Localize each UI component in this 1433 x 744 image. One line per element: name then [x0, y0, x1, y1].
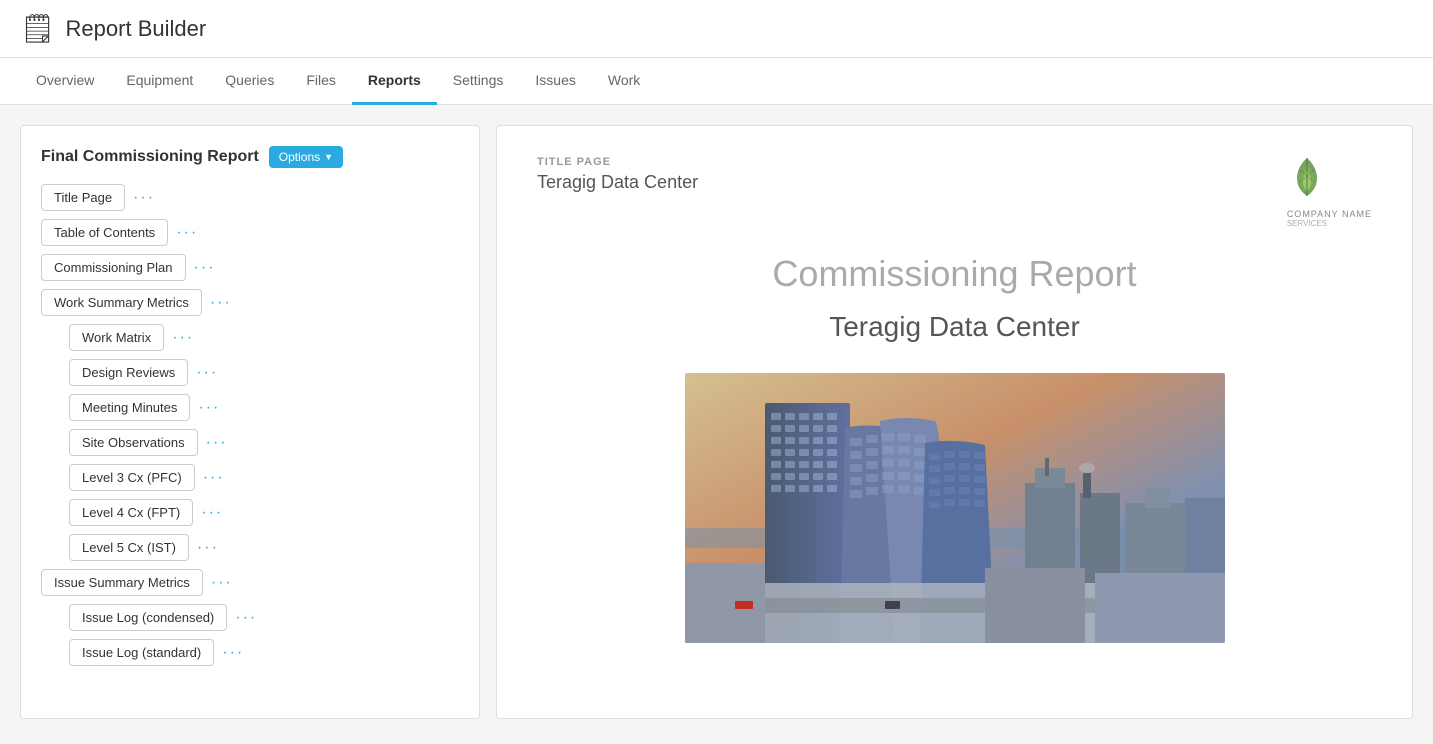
report-title: Final Commissioning Report	[41, 148, 259, 166]
list-item: Level 5 Cx (IST)	[41, 534, 459, 561]
nav-bar: OverviewEquipmentQueriesFilesReportsSett…	[0, 58, 1433, 105]
company-logo: COMPANY NAME SERVICES	[1287, 156, 1372, 228]
nav-item-reports[interactable]: Reports	[352, 58, 437, 105]
section-button[interactable]: Work Matrix	[69, 324, 164, 351]
more-options-button[interactable]	[186, 255, 224, 281]
list-item: Design Reviews	[41, 359, 459, 386]
section-button[interactable]: Site Observations	[69, 429, 198, 456]
options-button[interactable]: Options	[269, 146, 343, 168]
nav-item-work[interactable]: Work	[592, 58, 656, 105]
section-button[interactable]: Title Page	[41, 184, 125, 211]
section-button[interactable]: Level 5 Cx (IST)	[69, 534, 189, 561]
nav-item-queries[interactable]: Queries	[209, 58, 290, 105]
right-panel: COMPANY NAME SERVICES TITLE PAGE Teragig…	[496, 125, 1413, 719]
company-tagline: SERVICES	[1287, 219, 1372, 228]
panel-header: Final Commissioning Report Options	[41, 146, 459, 168]
nav-item-files[interactable]: Files	[290, 58, 352, 105]
nav-item-issues[interactable]: Issues	[519, 58, 591, 105]
list-item: Site Observations	[41, 429, 459, 456]
more-options-button[interactable]	[227, 605, 265, 631]
app-header: 🗒 Report Builder	[0, 0, 1433, 58]
section-button[interactable]: Level 3 Cx (PFC)	[69, 464, 195, 491]
list-item: Issue Log (condensed)	[41, 604, 459, 631]
more-options-button[interactable]	[203, 570, 241, 596]
preview-subtitle: Teragig Data Center	[537, 172, 1372, 193]
more-options-button[interactable]	[125, 185, 163, 211]
more-options-button[interactable]	[193, 500, 231, 526]
more-options-button[interactable]	[168, 220, 206, 246]
nav-item-overview[interactable]: Overview	[20, 58, 110, 105]
more-options-button[interactable]	[189, 535, 227, 561]
preview-main-title: Commissioning Report	[537, 253, 1372, 295]
building-svg	[685, 373, 1225, 643]
section-button[interactable]: Meeting Minutes	[69, 394, 190, 421]
nav-item-equipment[interactable]: Equipment	[110, 58, 209, 105]
list-item: Work Summary Metrics	[41, 289, 459, 316]
left-panel: Final Commissioning Report Options Title…	[20, 125, 480, 719]
list-item: Level 4 Cx (FPT)	[41, 499, 459, 526]
section-button[interactable]: Design Reviews	[69, 359, 188, 386]
list-item: Issue Summary Metrics	[41, 569, 459, 596]
more-options-button[interactable]	[214, 640, 252, 666]
more-options-button[interactable]	[188, 360, 226, 386]
more-options-button[interactable]	[195, 465, 233, 491]
list-item: Meeting Minutes	[41, 394, 459, 421]
section-button[interactable]: Level 4 Cx (FPT)	[69, 499, 193, 526]
more-options-button[interactable]	[164, 325, 202, 351]
list-item: Issue Log (standard)	[41, 639, 459, 666]
logo-icon	[1287, 156, 1327, 206]
more-options-button[interactable]	[198, 430, 236, 456]
section-button[interactable]: Commissioning Plan	[41, 254, 186, 281]
group-label-button[interactable]: Work Summary Metrics	[41, 289, 202, 316]
list-item: Commissioning Plan	[41, 254, 459, 281]
group-label-button[interactable]: Issue Summary Metrics	[41, 569, 203, 596]
app-icon: 🗒	[20, 12, 56, 45]
nav-item-settings[interactable]: Settings	[437, 58, 520, 105]
more-options-button[interactable]	[190, 395, 228, 421]
company-name-label: COMPANY NAME	[1287, 209, 1372, 219]
section-button[interactable]: Issue Log (condensed)	[69, 604, 227, 631]
main-content: Final Commissioning Report Options Title…	[0, 105, 1433, 739]
preview-project-name: Teragig Data Center	[537, 311, 1372, 343]
more-options-button[interactable]	[202, 290, 240, 316]
list-item: Work Matrix	[41, 324, 459, 351]
section-button[interactable]: Issue Log (standard)	[69, 639, 214, 666]
section-button[interactable]: Table of Contents	[41, 219, 168, 246]
list-item: Title Page	[41, 184, 459, 211]
building-image	[685, 373, 1225, 643]
app-title: Report Builder	[66, 16, 207, 42]
list-item: Level 3 Cx (PFC)	[41, 464, 459, 491]
section-label: TITLE PAGE	[537, 156, 1372, 168]
list-item: Table of Contents	[41, 219, 459, 246]
sections-list: Title Page Table of Contents Commissioning…	[41, 184, 459, 666]
